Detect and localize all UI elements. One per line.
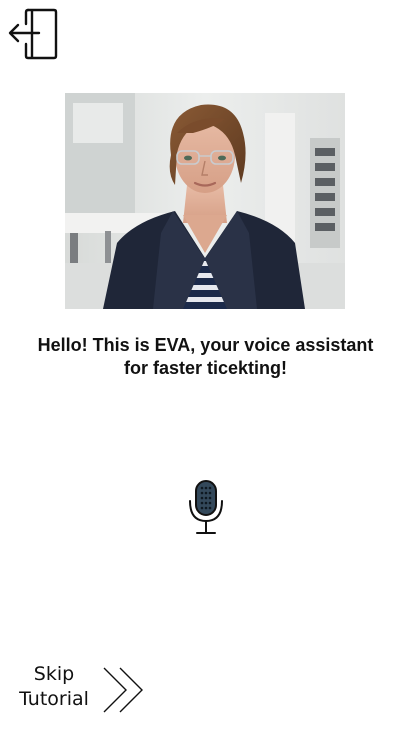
assistant-avatar [65, 93, 345, 309]
double-chevron-right-icon [102, 664, 148, 716]
skip-label-line1: Skip [33, 663, 75, 685]
skip-tutorial-label: Skip Tutorial [10, 662, 98, 712]
microphone-button[interactable] [185, 479, 227, 537]
skip-tutorial-button[interactable]: Skip Tutorial [10, 660, 160, 720]
microphone-icon [185, 479, 227, 537]
logout-arrow-icon [6, 8, 60, 60]
skip-label-line2: Tutorial [19, 688, 89, 710]
exit-button[interactable] [6, 8, 60, 60]
greeting-text: Hello! This is EVA, your voice assistant… [37, 335, 374, 378]
